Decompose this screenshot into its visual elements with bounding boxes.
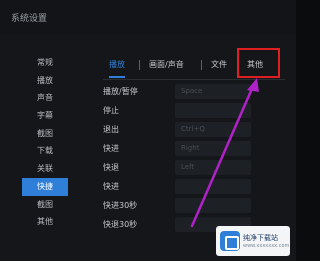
window-title: 系统设置 bbox=[11, 14, 48, 24]
shortcut-field[interactable] bbox=[175, 198, 251, 213]
setting-row: 播放/暂停 Space bbox=[103, 82, 285, 101]
setting-label: 快进30秒 bbox=[103, 201, 138, 210]
sidebar-item-playback[interactable]: 播放 bbox=[22, 72, 68, 90]
sidebar-item-shortcuts[interactable]: 快捷 bbox=[22, 177, 68, 196]
tab-playback[interactable]: 播放 bbox=[109, 52, 125, 78]
shortcut-field[interactable]: Ctrl+Q bbox=[175, 122, 251, 137]
sidebar-item-sound[interactable]: 声音 bbox=[22, 89, 68, 107]
shortcut-field[interactable] bbox=[175, 179, 251, 194]
sidebar: 常规 播放 声音 字幕 截图 下载 关联 快捷 截图 其他 bbox=[22, 54, 68, 231]
sidebar-item-capture[interactable]: 截图 bbox=[22, 196, 68, 214]
title-bar: 系统设置 bbox=[0, 0, 296, 34]
settings-window: 系统设置 常规 播放 声音 字幕 截图 下载 关联 快捷 截图 其他 播放 画面… bbox=[0, 0, 296, 261]
setting-row: 停止 bbox=[103, 101, 285, 120]
tab-separator bbox=[139, 60, 140, 70]
sidebar-item-association[interactable]: 关联 bbox=[22, 160, 68, 178]
watermark-url: www.xxxxxxx.com bbox=[243, 243, 290, 249]
highlight-box bbox=[237, 48, 280, 78]
shortcut-settings: 播放/暂停 Space 停止 退出 Ctrl+Q 快进 Right 快退 Lef… bbox=[103, 82, 285, 234]
tab-separator bbox=[201, 60, 202, 70]
setting-row: 退出 Ctrl+Q bbox=[103, 120, 285, 139]
setting-label: 播放/暂停 bbox=[103, 87, 138, 96]
shortcut-field[interactable]: Left bbox=[175, 160, 251, 175]
setting-row: 快进 Right bbox=[103, 139, 285, 158]
setting-row: 快进30秒 bbox=[103, 196, 285, 215]
sidebar-item-download[interactable]: 下载 bbox=[22, 142, 68, 160]
sidebar-item-subtitles[interactable]: 字幕 bbox=[22, 107, 68, 125]
shortcut-field[interactable]: Space bbox=[175, 84, 251, 99]
setting-label: 快进 bbox=[103, 144, 119, 153]
tabs-divider bbox=[103, 79, 285, 80]
tab-file[interactable]: 文件 bbox=[211, 52, 227, 78]
setting-label: 快进 bbox=[103, 182, 119, 191]
setting-label: 快退30秒 bbox=[103, 220, 138, 229]
setting-label: 停止 bbox=[103, 106, 119, 115]
sidebar-item-general[interactable]: 常规 bbox=[22, 54, 68, 72]
watermark-logo-icon bbox=[220, 231, 240, 251]
shortcut-field[interactable]: Right bbox=[175, 141, 251, 156]
setting-label: 退出 bbox=[103, 125, 119, 134]
sidebar-item-screenshot[interactable]: 截图 bbox=[22, 125, 68, 143]
setting-row: 快退 Left bbox=[103, 158, 285, 177]
setting-row: 快进 bbox=[103, 177, 285, 196]
tab-picture-sound[interactable]: 画面/声音 bbox=[149, 52, 184, 78]
shortcut-field[interactable] bbox=[175, 103, 251, 118]
watermark-name: 纯净下载站 bbox=[243, 234, 278, 242]
sidebar-item-other[interactable]: 其他 bbox=[22, 213, 68, 231]
setting-label: 快退 bbox=[103, 163, 119, 172]
site-watermark: 纯净下载站 www.xxxxxxx.com bbox=[216, 226, 290, 256]
